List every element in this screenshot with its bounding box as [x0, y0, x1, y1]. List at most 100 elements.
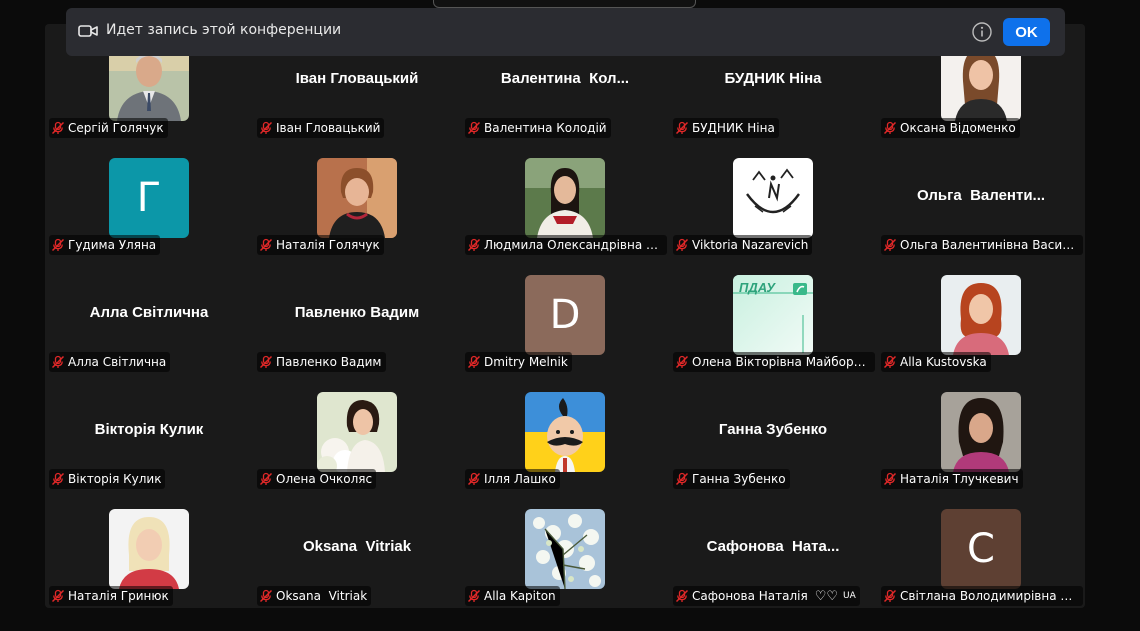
participant-name-label: БУДНИК Ніна [673, 118, 779, 138]
ok-button[interactable]: OK [1003, 18, 1050, 46]
participant-name-label: Наталія Голячук [257, 235, 384, 255]
participant-tile[interactable]: ПДАУ Олена Вікторівна Майборода [669, 258, 877, 375]
muted-mic-icon [51, 121, 65, 135]
participant-initial-avatar: C [941, 509, 1021, 589]
muted-mic-icon [467, 355, 481, 369]
participant-name-label: Павленко Вадим [257, 352, 386, 372]
participant-photo [525, 158, 605, 238]
muted-mic-icon [259, 238, 273, 252]
top-window-notch [433, 0, 696, 8]
participant-tile[interactable]: C Світлана Володимирівна Ме... [877, 492, 1085, 608]
participant-name: Сафонова Наталія [692, 589, 808, 603]
participant-tile[interactable]: Alla Kustovska [877, 258, 1085, 375]
participant-name-label: Алла Світлична [49, 352, 171, 372]
participant-name: Dmitry Melnik [484, 355, 568, 369]
recording-banner: Идет запись этой конференции OK [66, 8, 1065, 56]
participant-name: Viktoria Nazarevich [692, 238, 809, 252]
muted-mic-icon [883, 589, 897, 603]
participant-name: Наталія Гринюк [68, 589, 169, 603]
participant-display-name: Алла Світлична [89, 304, 209, 321]
participant-name-label: Людмила Олександрівна Чи... [465, 235, 667, 255]
participant-name: Сергій Голячук [68, 121, 164, 135]
participant-name-label: Наталія Тлучкевич [881, 469, 1023, 489]
participant-tile[interactable]: Алла Світлична Алла Світлична [45, 258, 253, 375]
participant-tile[interactable]: Наталія Голячук [253, 141, 461, 258]
participant-display-name: Oksana Vitriak [302, 538, 412, 555]
participant-name-label: Alla Kapiton [465, 586, 560, 606]
participant-display-name: БУДНИК Ніна [724, 70, 822, 87]
participant-name-label: Viktoria Nazarevich [673, 235, 813, 255]
participant-display-name: Вікторія Кулик [94, 421, 204, 438]
participant-tile[interactable]: Павленко Вадим Павленко Вадим [253, 258, 461, 375]
participant-name: БУДНИК Ніна [692, 121, 775, 135]
logo-text: ПДАУ [739, 280, 776, 295]
participant-name: Світлана Володимирівна Ме... [900, 589, 1079, 603]
muted-mic-icon [259, 355, 273, 369]
participant-name-label: Сафонова Наталія ♡♡ UA [673, 586, 860, 606]
muted-mic-icon [259, 589, 273, 603]
participant-name: Людмила Олександрівна Чи... [484, 238, 663, 252]
participant-tile[interactable]: Наталія Тлучкевич [877, 375, 1085, 492]
participant-tile[interactable]: Viktoria Nazarevich [669, 141, 877, 258]
participant-name: Ілля Лашко [484, 472, 556, 486]
muted-mic-icon [675, 355, 689, 369]
participant-tile[interactable]: Олена Очколяс [253, 375, 461, 492]
participant-tile[interactable]: Людмила Олександрівна Чи... [461, 141, 669, 258]
participant-display-name: Сафонова Ната... [706, 538, 840, 555]
participant-tile[interactable]: D Dmitry Melnik [461, 258, 669, 375]
participant-name-label: Ілля Лашко [465, 469, 560, 489]
participant-photo [525, 509, 605, 589]
participant-photo [525, 392, 605, 472]
participant-name-label: Олена Вікторівна Майборода [673, 352, 875, 372]
participant-photo [733, 158, 813, 238]
name-suffix: UA [843, 591, 856, 601]
participant-name: Alla Kapiton [484, 589, 556, 603]
muted-mic-icon [51, 238, 65, 252]
participant-tile[interactable]: Сафонова Ната... Сафонова Наталія ♡♡ UA [669, 492, 877, 608]
participant-name-label: Dmitry Melnik [465, 352, 572, 372]
avatar-initial: D [549, 292, 581, 338]
avatar-initial: Г [136, 175, 162, 221]
participant-name-label: Ганна Зубенко [673, 469, 790, 489]
participant-display-name: Валентина Кол... [500, 70, 630, 87]
participant-tile[interactable]: Вікторія Кулик Вікторія Кулик [45, 375, 253, 492]
muted-mic-icon [675, 589, 689, 603]
participant-photo [941, 275, 1021, 355]
participant-name: Гудима Уляна [68, 238, 157, 252]
muted-mic-icon [675, 238, 689, 252]
participant-name: Наталія Тлучкевич [900, 472, 1019, 486]
participant-name: Вікторія Кулик [68, 472, 162, 486]
participant-tile[interactable]: Ілля Лашко [461, 375, 669, 492]
participant-name-label: Alla Kustovska [881, 352, 991, 372]
participant-name: Oksana Vitriak [276, 589, 368, 603]
participant-name-label: Ольга Валентинівна Василен... [881, 235, 1083, 255]
participant-tile[interactable]: Ганна Зубенко Ганна Зубенко [669, 375, 877, 492]
gallery-view: Сергій Голячук Іван Гловацький Іван Глова… [45, 24, 1085, 608]
info-icon[interactable] [971, 21, 993, 43]
participant-name: Олена Вікторівна Майборода [692, 355, 871, 369]
participant-name-label: Гудима Уляна [49, 235, 161, 255]
muted-mic-icon [51, 589, 65, 603]
participant-photo [317, 158, 397, 238]
participant-photo [941, 392, 1021, 472]
participant-name: Павленко Вадим [276, 355, 382, 369]
participant-name: Іван Гловацький [276, 121, 381, 135]
muted-mic-icon [259, 121, 273, 135]
participant-photo [109, 509, 189, 589]
participant-name: Валентина Колодій [484, 121, 607, 135]
participant-name: Ольга Валентинівна Василен... [900, 238, 1079, 252]
participant-tile[interactable]: Alla Kapiton [461, 492, 669, 608]
participant-tile[interactable]: Ольга Валенти... Ольга Валентинівна Васи… [877, 141, 1085, 258]
participant-tile[interactable]: Наталія Гринюк [45, 492, 253, 608]
participant-display-name: Ольга Валенти... [916, 187, 1046, 204]
participant-tile[interactable]: Oksana Vitriak Oksana Vitriak [253, 492, 461, 608]
muted-mic-icon [467, 238, 481, 252]
muted-mic-icon [51, 472, 65, 486]
participant-tile[interactable]: Г Гудима Уляна [45, 141, 253, 258]
video-record-icon [78, 25, 98, 37]
recording-notice-text: Идет запись этой конференции [106, 22, 342, 38]
participant-name-label: Іван Гловацький [257, 118, 385, 138]
participant-initial-avatar: Г [109, 158, 189, 238]
muted-mic-icon [883, 472, 897, 486]
muted-mic-icon [675, 472, 689, 486]
